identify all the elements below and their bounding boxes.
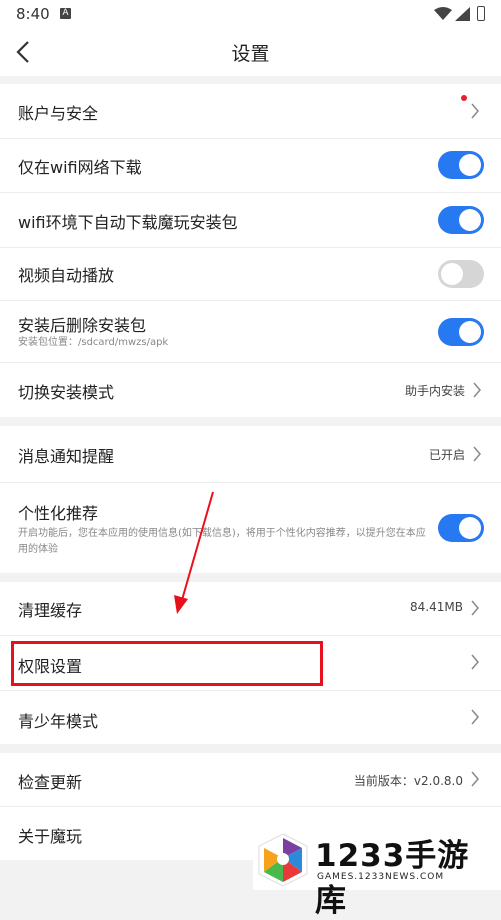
brand-url: GAMES.1233NEWS.COM (317, 872, 445, 882)
annotation-arrow (174, 491, 214, 614)
brand-logo-icon (258, 833, 308, 887)
watermark: 1233手游库 GAMES.1233NEWS.COM (253, 830, 501, 919)
